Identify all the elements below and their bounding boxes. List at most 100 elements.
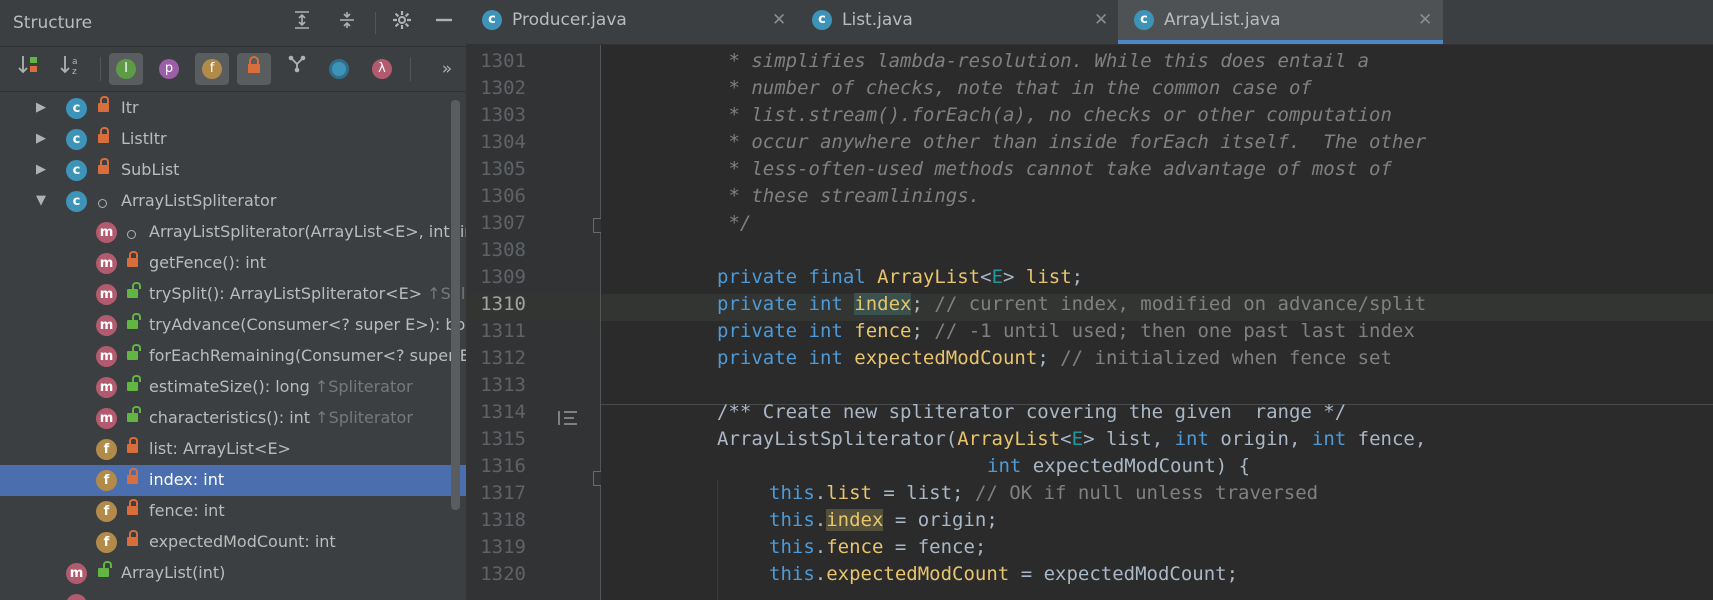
show-fields-icon[interactable]: f [195, 53, 229, 85]
tree-item-tryadvance[interactable]: m tryAdvance(Consumer<? super E>): boole… [0, 310, 466, 341]
public-unlock-icon [127, 313, 141, 329]
tree-item-field-list[interactable]: f list: ArrayList<E> [0, 434, 466, 465]
structure-tree: ▶ c Itr ▶ c ListItr ▶ c SubList ▼ c Arra… [0, 92, 466, 600]
tree-item-getfence[interactable]: m getFence(): int [0, 248, 466, 279]
private-lock-icon [127, 530, 138, 546]
expand-all-icon[interactable] [287, 8, 317, 38]
close-icon[interactable]: ✕ [1094, 10, 1108, 30]
collapse-all-icon[interactable] [332, 8, 362, 38]
tree-item-field-expectedmodcount[interactable]: f expectedModCount: int [0, 527, 466, 558]
structure-panel: Structure az I p f λ » ▶ c Itr ▶ c ListI… [0, 0, 467, 600]
minimize-icon[interactable] [429, 8, 459, 38]
line-number: 1307 [480, 212, 526, 234]
code-editor[interactable]: * simplifies lambda-resolution. While th… [601, 45, 1713, 600]
show-lambdas-group-icon[interactable] [280, 53, 314, 85]
method-icon: m [96, 377, 117, 398]
code-line: * occur anywhere other than inside forEa… [717, 131, 1427, 153]
collapse-arrow-icon[interactable]: ▼ [36, 193, 50, 208]
sort-alphabetically-icon[interactable]: az [54, 53, 88, 85]
sort-by-visibility-icon[interactable] [12, 53, 46, 85]
show-lambda-icon[interactable]: λ [365, 53, 399, 85]
method-icon: m [96, 315, 117, 336]
code-line: * number of checks, note that in the com… [717, 77, 1312, 99]
method-icon: m [96, 284, 117, 305]
structure-header: Structure [0, 0, 466, 47]
tree-item-field-index[interactable]: f index: int [0, 465, 466, 496]
java-class-icon: c [812, 10, 832, 30]
expand-arrow-icon[interactable]: ▶ [36, 162, 50, 177]
tree-item-constructor[interactable]: m ArrayListSpliterator(ArrayList<E>, int… [0, 217, 466, 248]
code-line: private final ArrayList<E> list; [717, 266, 1084, 288]
panel-title: Structure [13, 13, 93, 33]
tree-item-label: estimateSize(): long ↑Spliterator [149, 377, 413, 396]
class-icon: c [66, 160, 87, 181]
code-line: private int expectedModCount; // initial… [717, 347, 1392, 369]
public-unlock-icon [127, 406, 141, 422]
javadoc-render-icon[interactable] [556, 409, 580, 431]
expand-arrow-icon[interactable]: ▶ [36, 131, 50, 146]
tree-item-trysplit[interactable]: m trySplit(): ArrayListSpliterator<E> ↑S… [0, 279, 466, 310]
public-unlock-icon [127, 282, 141, 298]
line-number: 1311 [480, 320, 526, 342]
tree-item-label: tryAdvance(Consumer<? super E>): boolean [149, 315, 466, 334]
code-line: this.expectedModCount = expectedModCount… [769, 563, 1239, 585]
line-number: 1316 [480, 455, 526, 477]
tree-item-characteristics[interactable]: m characteristics(): int ↑Spliterator [0, 403, 466, 434]
field-icon: f [96, 501, 117, 522]
close-icon[interactable]: ✕ [772, 10, 786, 30]
method-icon: m [96, 346, 117, 367]
line-number: 1314 [480, 401, 526, 423]
code-line: * simplifies lambda-resolution. While th… [717, 50, 1370, 72]
package-private-icon [127, 230, 136, 239]
private-lock-icon [127, 251, 138, 267]
tree-item-estimatesize[interactable]: m estimateSize(): long ↑Spliterator [0, 372, 466, 403]
line-number-gutter[interactable]: 1301 1302 1303 1304 1305 1306 1307 1308 … [466, 45, 608, 600]
code-line: this.index = origin; [769, 509, 998, 531]
line-number: 1319 [480, 536, 526, 558]
code-line: * these streamlinings. [717, 185, 981, 207]
tab-list-java[interactable]: c List.java ✕ [796, 0, 1118, 40]
line-number: 1309 [480, 266, 526, 288]
tree-item-listitr[interactable]: ▶ c ListItr [0, 124, 466, 155]
line-number: 1313 [480, 374, 526, 396]
close-icon[interactable]: ✕ [1418, 10, 1432, 30]
java-class-icon: c [482, 10, 502, 30]
show-non-public-icon[interactable] [237, 53, 271, 85]
gear-icon[interactable] [387, 8, 417, 38]
tree-item-arraylistspliterator[interactable]: ▼ c ArrayListSpliterator [0, 186, 466, 217]
tree-item-label: getFence(): int [149, 253, 267, 272]
structure-scrollbar[interactable] [451, 100, 460, 510]
tab-producer-java[interactable]: c Producer.java ✕ [466, 0, 796, 40]
tree-item-foreachremaining[interactable]: m forEachRemaining(Consumer<? super E>):… [0, 341, 466, 372]
tab-label: List.java [842, 10, 913, 30]
tree-item-itr[interactable]: ▶ c Itr [0, 93, 466, 124]
svg-text:z: z [72, 67, 77, 77]
field-icon: f [96, 532, 117, 553]
tree-item-arraylist-constructor[interactable]: m ArrayList(int) [0, 558, 466, 589]
tree-item-label: characteristics(): int ↑Spliterator [149, 408, 413, 427]
code-line: int expectedModCount) { [987, 455, 1251, 477]
java-class-icon: c [1134, 10, 1154, 30]
show-inherited-icon[interactable]: I [109, 53, 143, 85]
private-lock-icon [98, 158, 109, 174]
more-options-icon[interactable]: » [435, 53, 459, 85]
private-lock-icon [127, 437, 138, 453]
tree-item-partial[interactable]: m [0, 589, 466, 600]
line-number: 1304 [480, 131, 526, 153]
private-lock-icon [98, 96, 109, 112]
code-line: this.fence = fence; [769, 536, 987, 558]
tree-item-field-fence[interactable]: f fence: int [0, 496, 466, 527]
expand-arrow-icon[interactable]: ▶ [36, 100, 50, 115]
public-unlock-icon [98, 561, 112, 577]
code-line: */ [717, 212, 752, 234]
code-line: private int index; // current index, mod… [717, 293, 1427, 315]
tree-item-sublist[interactable]: ▶ c SubList [0, 155, 466, 186]
line-number: 1320 [480, 563, 526, 585]
show-properties-icon[interactable]: p [152, 53, 186, 85]
svg-text:a: a [72, 57, 78, 67]
show-anonymous-icon[interactable] [322, 53, 356, 85]
private-lock-icon [127, 499, 138, 515]
line-number: 1310 [480, 293, 526, 315]
tab-arraylist-java[interactable]: c ArrayList.java ✕ [1118, 0, 1443, 44]
line-number: 1305 [480, 158, 526, 180]
